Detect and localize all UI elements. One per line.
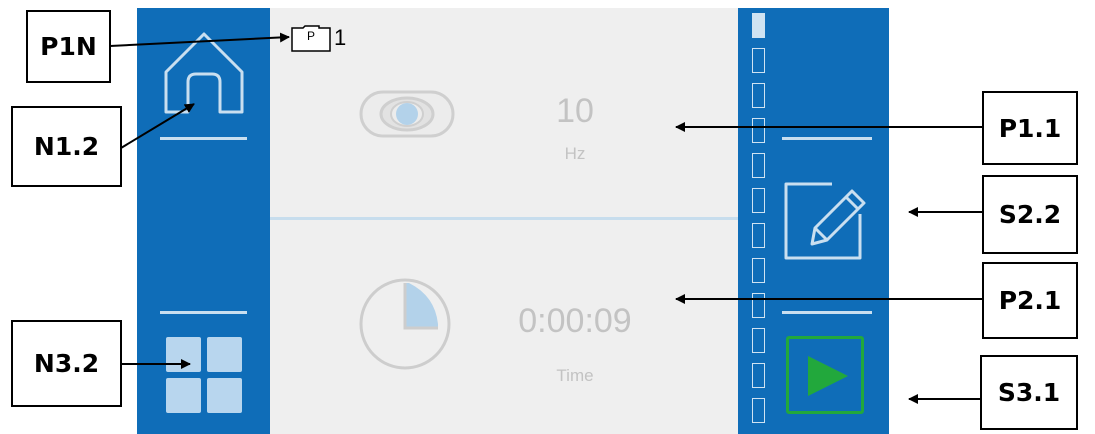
callout-s2-2: S2.2 — [982, 175, 1078, 254]
callout-p1n: P1N — [26, 10, 111, 83]
callout-p1-1: P1.1 — [982, 91, 1078, 165]
callout-p2-1: P2.1 — [982, 262, 1078, 339]
annotation-arrows — [109, 32, 982, 404]
callout-n1-2: N1.2 — [11, 106, 122, 187]
callout-n3-2: N3.2 — [11, 320, 122, 407]
callout-s3-1: S3.1 — [980, 355, 1078, 430]
